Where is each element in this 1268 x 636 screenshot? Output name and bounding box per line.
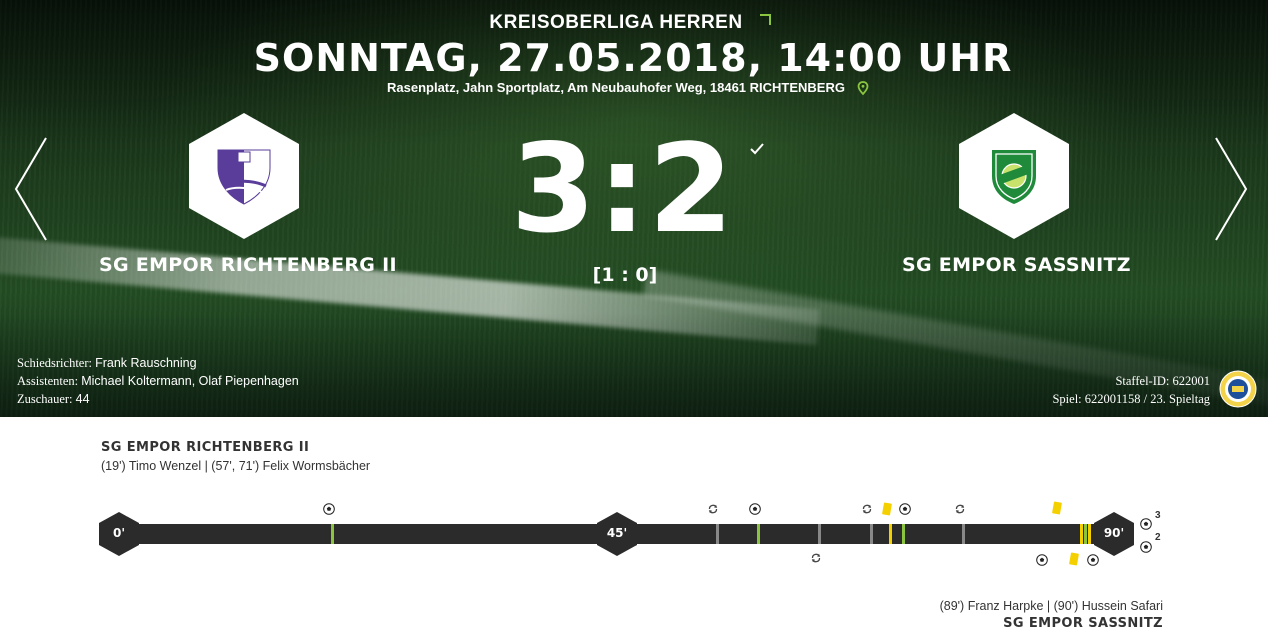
substitution-icon[interactable] [861, 503, 873, 515]
halftime-score: [1 : 0] [592, 264, 658, 286]
timeline-home-team: SG EMPOR RICHTENBERG II [101, 440, 310, 455]
referee-label: Schiedsrichter: [17, 356, 92, 370]
spectators-row: Zuschauer: 44 [17, 390, 299, 408]
checkmark-icon [750, 143, 764, 155]
final-score: 3:2 [510, 118, 736, 260]
timeline-away-team: SG EMPOR SASSNITZ [1003, 616, 1163, 631]
card-tick[interactable] [1088, 524, 1091, 544]
chevron-right-icon[interactable] [1213, 136, 1249, 242]
timeline-home-scorers: (19') Timo Wenzel | (57', 71') Felix Wor… [101, 459, 371, 473]
richtenberg-logo [217, 149, 271, 205]
away-team-name[interactable]: SG EMPOR SASSNITZ [902, 254, 1131, 276]
map-pin-icon[interactable] [857, 81, 869, 95]
card-tick[interactable] [889, 524, 892, 544]
ball-icon[interactable] [323, 503, 335, 515]
card-tick[interactable] [1080, 524, 1083, 544]
goal-tick[interactable] [1084, 524, 1087, 544]
assistants-row: Assistenten: Michael Koltermann, Olaf Pi… [17, 372, 299, 390]
league-title[interactable]: KREISOBERLIGA HERREN [0, 12, 1232, 34]
timeline-start-marker: 0' [99, 512, 139, 556]
end-label: 90' [1103, 526, 1125, 540]
match-datetime: SONNTAG, 27.05.2018, 14:00 UHR [253, 36, 1013, 80]
referee-row: Schiedsrichter: Frank Rauschning [17, 354, 299, 372]
sassnitz-logo [992, 150, 1036, 204]
yellow-card-icon[interactable] [882, 502, 892, 516]
substitution-tick[interactable] [870, 524, 873, 544]
corner-arrow-icon [760, 14, 771, 25]
staffel-label: Staffel-ID: [1115, 374, 1170, 388]
home-team-crest[interactable] [189, 113, 299, 239]
yellow-card-icon[interactable] [1052, 501, 1062, 515]
association-badge-icon[interactable] [1219, 370, 1257, 408]
goal-tick[interactable] [902, 524, 905, 544]
start-label: 0' [112, 526, 126, 540]
half-label: 45' [606, 526, 628, 540]
substitution-icon[interactable] [954, 503, 966, 515]
goal-tick[interactable] [331, 524, 334, 544]
substitution-tick[interactable] [818, 524, 821, 544]
ball-icon[interactable] [1036, 554, 1048, 566]
timeline-end-marker: 90' [1094, 512, 1134, 556]
ball-icon [1140, 541, 1152, 553]
ball-icon [1140, 518, 1152, 530]
goal-tick[interactable] [757, 524, 760, 544]
game-row: Spiel: 622001158 / 23. Spieltag [1052, 390, 1210, 408]
game-label: Spiel: [1052, 392, 1082, 406]
staffel-row: Staffel-ID: 622001 [1052, 372, 1210, 390]
away-goals-count: 2 [1155, 532, 1161, 543]
yellow-card-icon[interactable] [1069, 552, 1079, 566]
substitution-icon[interactable] [707, 503, 719, 515]
spectators-count: 44 [75, 392, 90, 406]
spectators-label: Zuschauer: [17, 392, 73, 406]
ball-icon[interactable] [749, 503, 761, 515]
home-team-name[interactable]: SG EMPOR RICHTENBERG II [99, 254, 397, 276]
staffel-id: 622001 [1172, 374, 1211, 388]
timeline-half-marker: 45' [597, 512, 637, 556]
ball-icon[interactable] [899, 503, 911, 515]
chevron-left-icon[interactable] [13, 136, 49, 242]
game-id: 622001158 / 23. Spieltag [1084, 392, 1210, 406]
home-goals-count: 3 [1155, 510, 1161, 521]
officials-info: Schiedsrichter: Frank Rauschning Assiste… [17, 354, 299, 408]
match-meta: Staffel-ID: 622001 Spiel: 622001158 / 23… [1052, 372, 1210, 408]
venue-text: Rasenplatz, Jahn Sportplatz, Am Neubauho… [387, 80, 845, 95]
assistants-names: Michael Koltermann, Olaf Piepenhagen [81, 374, 299, 388]
away-team-crest[interactable] [959, 113, 1069, 239]
substitution-icon[interactable] [810, 552, 822, 564]
substitution-tick[interactable] [716, 524, 719, 544]
match-hero: KREISOBERLIGA HERREN SONNTAG, 27.05.2018… [0, 0, 1268, 417]
assistants-label: Assistenten: [17, 374, 79, 388]
referee-name: Frank Rauschning [95, 356, 197, 370]
substitution-tick[interactable] [962, 524, 965, 544]
timeline-away-scorers: (89') Franz Harpke | (90') Hussein Safar… [939, 599, 1163, 613]
ball-icon[interactable] [1087, 554, 1099, 566]
